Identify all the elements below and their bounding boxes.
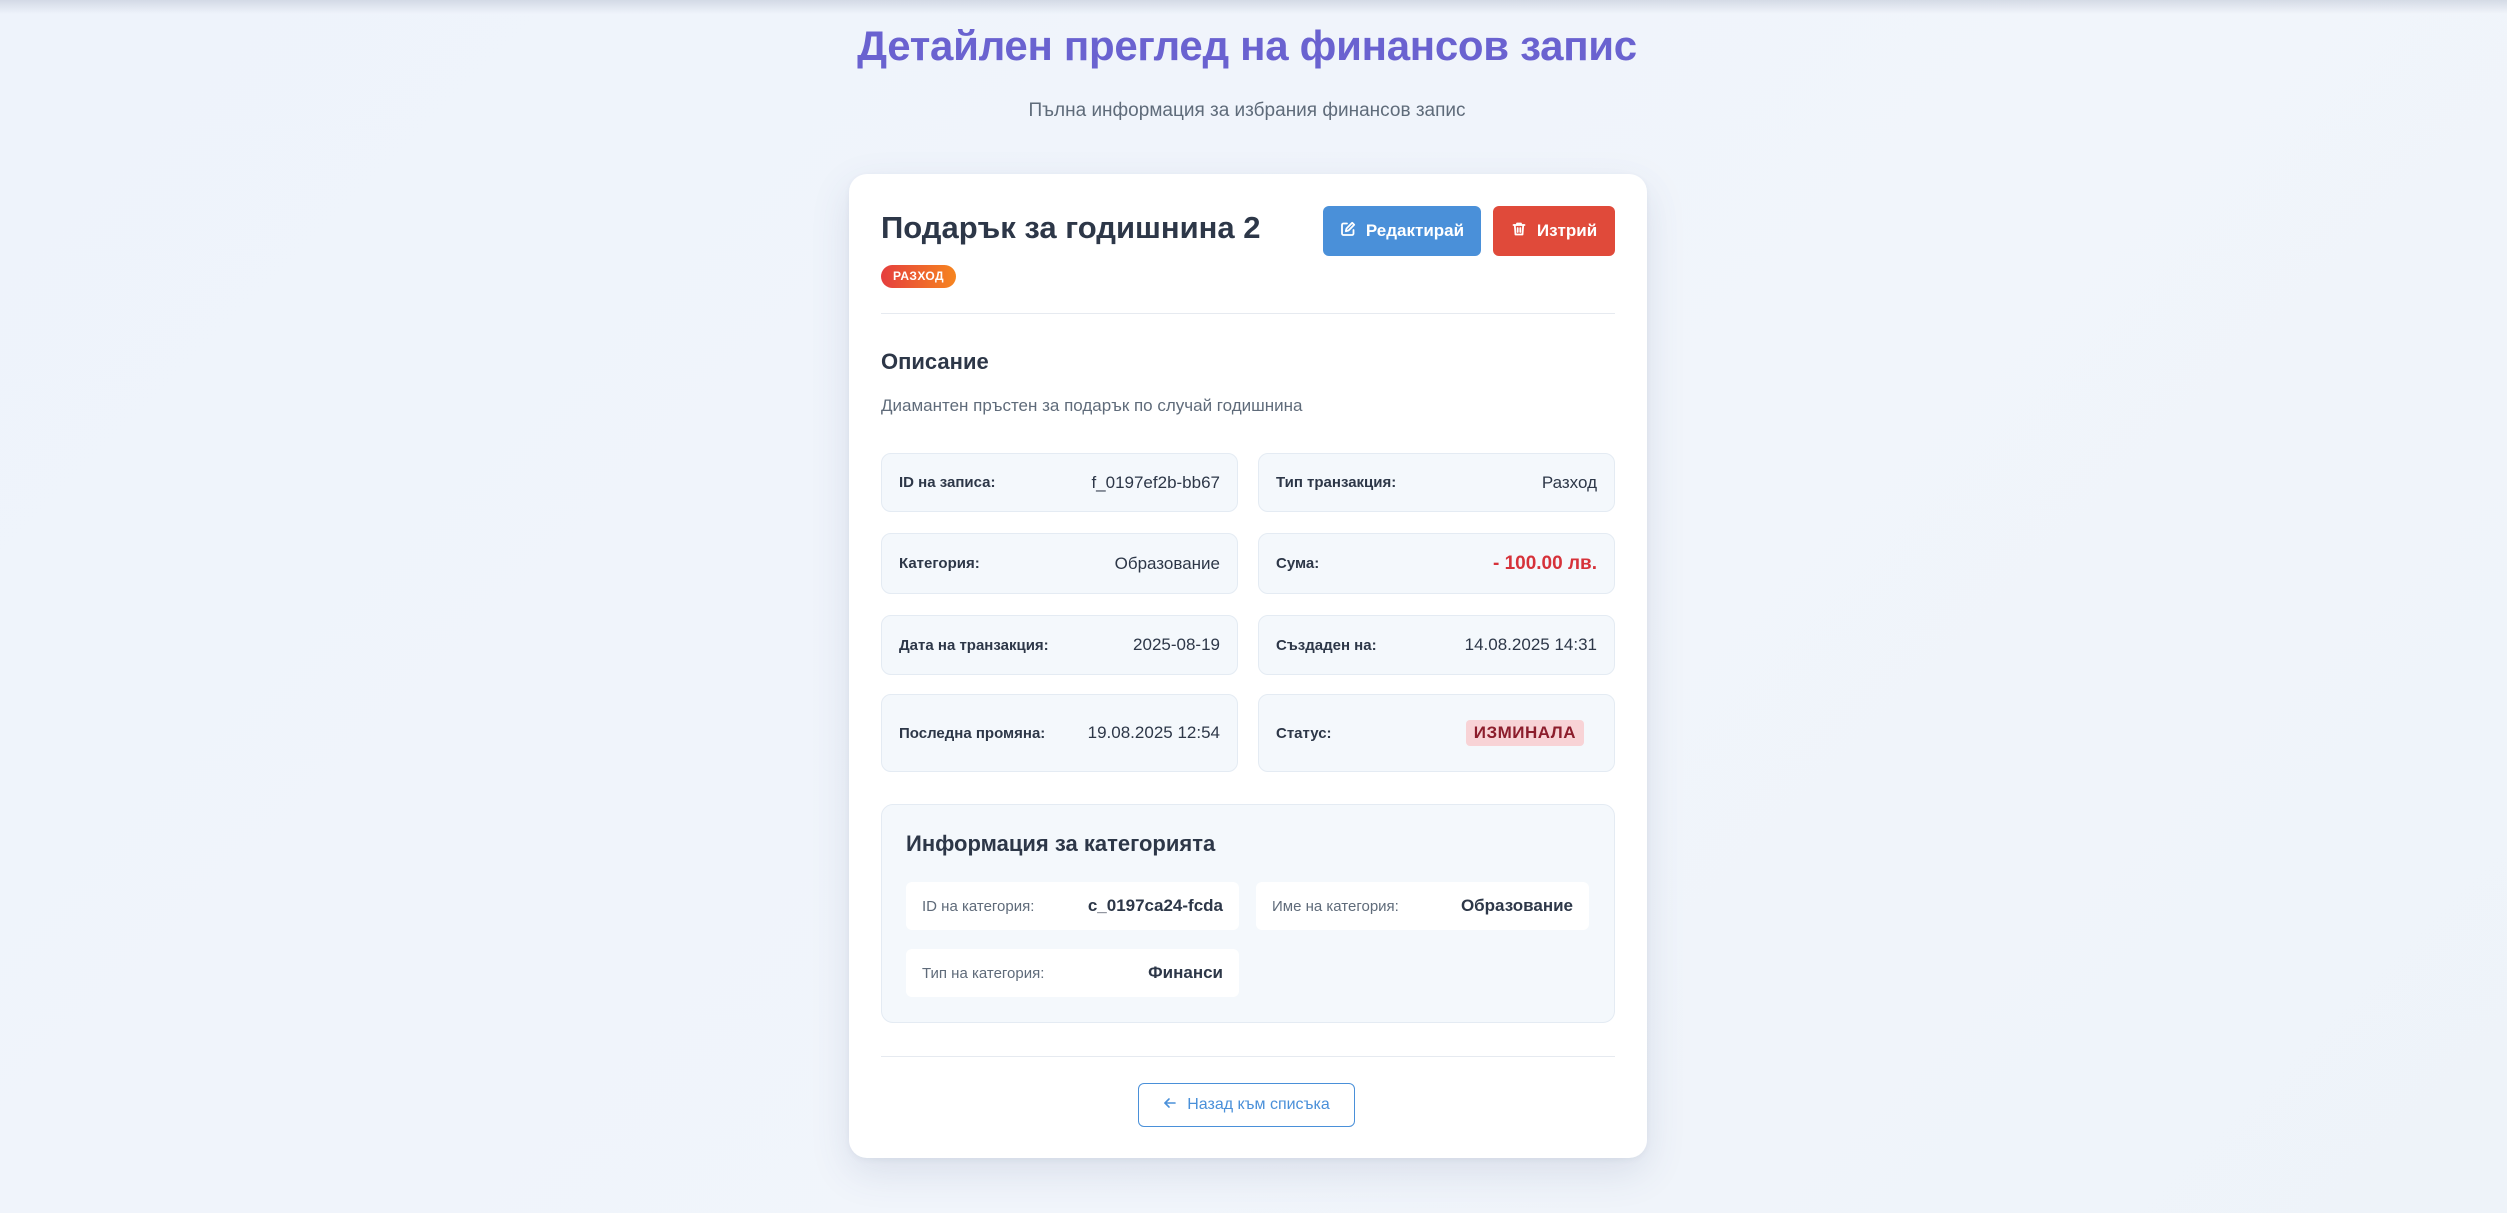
category-info-panel: Информация за категорията ID на категори… — [881, 804, 1615, 1023]
delete-button[interactable]: Изтрий — [1493, 206, 1615, 256]
field-label: Тип транзакция: — [1276, 474, 1397, 491]
arrow-left-icon — [1163, 1096, 1177, 1115]
header-divider — [881, 313, 1615, 314]
category-name-field: Име на категория: Образование — [1256, 882, 1589, 930]
field-status: Статус: ИЗМИНАЛА — [1258, 694, 1615, 772]
field-created-at: Създаден на: 14.08.2025 14:31 — [1258, 615, 1615, 675]
trash-icon — [1511, 221, 1527, 242]
field-transaction-type: Тип транзакция: Разход — [1258, 453, 1615, 512]
field-transaction-date: Дата на транзакция: 2025-08-19 — [881, 615, 1238, 675]
field-label: Дата на транзакция: — [899, 636, 1049, 654]
status-badge: ИЗМИНАЛА — [1465, 720, 1584, 746]
field-category: Категория: Образование — [881, 533, 1238, 594]
field-label: ID на записа: — [899, 474, 996, 491]
field-amount: Сума: - 100.00 лв. — [1258, 533, 1615, 594]
category-field-label: Име на категория: — [1272, 897, 1399, 915]
amount-value: - 100.00 лв. — [1492, 552, 1597, 574]
edit-button-label: Редактирай — [1365, 221, 1465, 240]
category-field-label: Тип на категория: — [922, 964, 1045, 982]
field-label: Статус: — [1276, 724, 1332, 742]
category-field-value: Образование — [1460, 896, 1573, 915]
page-title: Детайлен преглед на финансов запис — [857, 22, 1637, 69]
delete-button-label: Изтрий — [1536, 221, 1598, 240]
field-record-id: ID на записа: f_0197ef2b-bb67 — [881, 453, 1238, 512]
field-value: 14.08.2025 14:31 — [1464, 635, 1597, 654]
record-card: Подарък за годишнина 2 РАЗХОД Редактирай… — [849, 174, 1647, 1158]
type-badge: РАЗХОД — [881, 265, 956, 288]
category-field-label: ID на категория: — [922, 897, 1035, 915]
record-title: Подарък за годишнина 2 — [881, 210, 1261, 245]
edit-icon — [1340, 221, 1356, 242]
field-value: 2025-08-19 — [1133, 635, 1220, 654]
top-shadow — [0, 0, 2507, 14]
description-heading: Описание — [881, 349, 989, 374]
field-value: f_0197ef2b-bb67 — [1091, 472, 1220, 492]
page-subtitle: Пълна информация за избрания финансов за… — [1028, 100, 1466, 121]
category-type-field: Тип на категория: Финанси — [906, 949, 1239, 997]
field-label: Категория: — [899, 555, 980, 572]
field-label: Създаден на: — [1276, 636, 1377, 654]
description-text: Диамантен пръстен за подарък по случай г… — [881, 396, 1303, 415]
back-to-list-button[interactable]: Назад към списъка — [1138, 1083, 1355, 1127]
field-last-modified: Последна промяна: 19.08.2025 12:54 — [881, 694, 1238, 772]
field-value: Разход — [1541, 472, 1597, 492]
footer-divider — [881, 1056, 1615, 1057]
category-info-heading: Информация за категорията — [906, 831, 1216, 856]
edit-button[interactable]: Редактирай — [1323, 206, 1481, 256]
category-id-field: ID на категория: c_0197ca24-fcda — [906, 882, 1239, 930]
field-value: Образование — [1114, 553, 1220, 573]
field-label: Сума: — [1276, 555, 1320, 572]
field-value: 19.08.2025 12:54 — [1087, 723, 1220, 742]
field-label: Последна промяна: — [899, 724, 1046, 742]
category-field-value: Финанси — [1148, 963, 1223, 982]
back-button-label: Назад към списъка — [1187, 1096, 1330, 1113]
category-field-value: c_0197ca24-fcda — [1087, 896, 1223, 915]
